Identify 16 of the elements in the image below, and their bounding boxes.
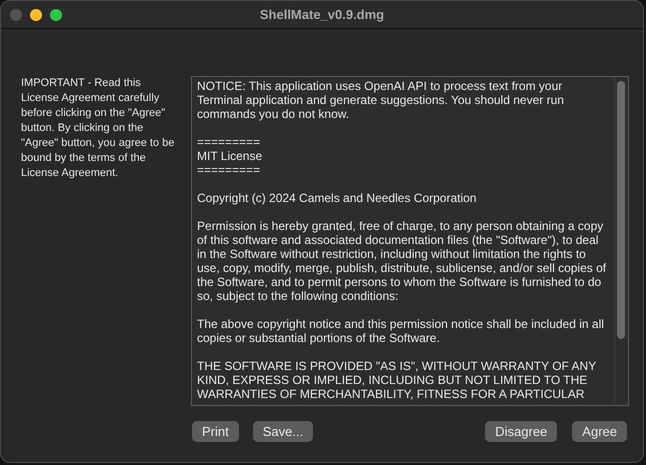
dialog-button[interactable]: Save... [252, 421, 314, 442]
window-title: ShellMate_v0.9.dmg [260, 7, 384, 22]
license-paragraph: THE SOFTWARE IS PROVIDED "AS IS", WITHOUT WARRANTY OF ANY KIND, EXPRESS OR IMPLIED, INCLUDING BUT NOT LIMITED TO THE WARRANTIES OF MERCHANTABILITY, FITNESS FOR A PARTICULAR [197, 359, 598, 401]
license-paragraph: The above copyright notice and this permission notice shall be included in all copies or substantial portions of the Software. [197, 317, 605, 345]
zoom-icon[interactable] [50, 8, 62, 20]
scrollbar-thumb[interactable] [617, 81, 625, 339]
license-paragraph: Copyright (c) 2024 Camels and Needles Corporation [197, 191, 478, 205]
license-paragraph: ========= MIT License ========= [197, 135, 264, 177]
instructions-text: IMPORTANT - Read this License Agreement carefully before clicking on the "Agree" button. By clicking on the "Agree" button, you agree to be bound by the terms of the License Agreement. [21, 76, 176, 181]
dialog-button[interactable]: Agree [572, 421, 627, 442]
dialog-button[interactable]: Disagree [485, 421, 558, 442]
license-text-area[interactable] [191, 76, 629, 406]
license-paragraph: NOTICE: This application uses OpenAI API to process text from your Terminal application and generate suggestions. You should never run commands you do not know. [197, 79, 565, 121]
minimize-icon[interactable] [30, 8, 42, 20]
license-paragraph: Permission is hereby granted, free of charge, to any person obtaining a copy of this software and associated documentation files (the "Software"), to deal in the Software without restriction, including without limitation the rights to use, copy, modify, merge, publish, distribute, sublicense, and/or sell copies of the Software, and to permit persons to whom the Software is furnished to do so, subject to the following conditions: [197, 219, 608, 303]
dialog-button[interactable]: Print [192, 421, 239, 442]
